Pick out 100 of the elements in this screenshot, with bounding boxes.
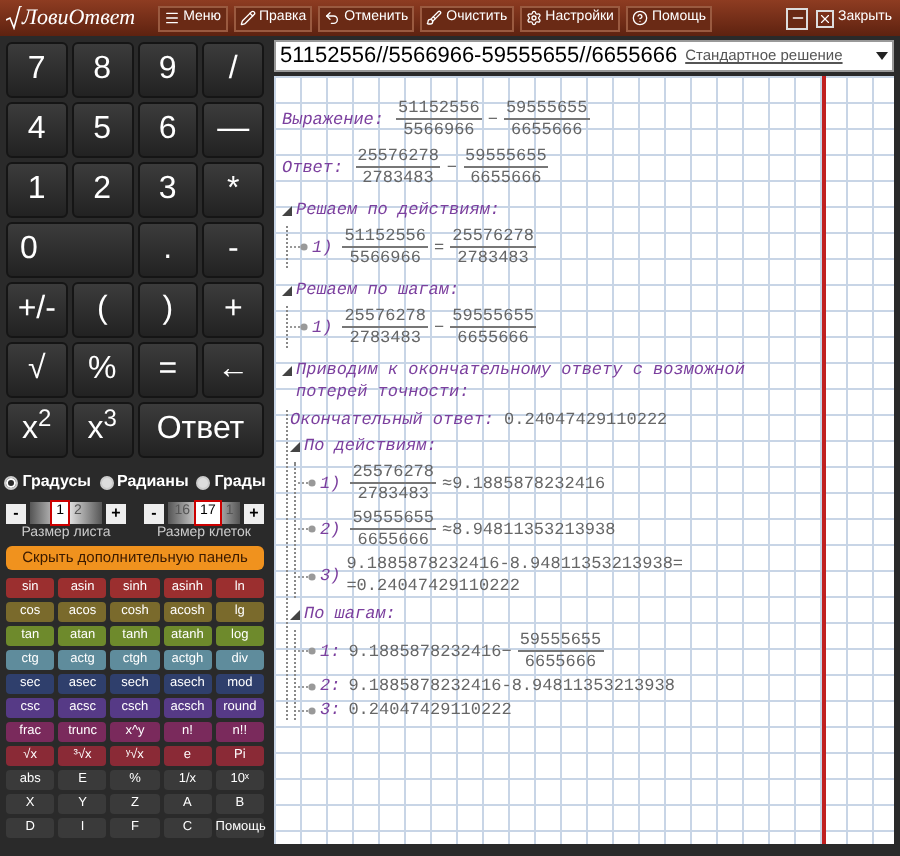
math-text: − <box>434 317 445 337</box>
step-label: 3: <box>320 700 341 720</box>
radio-label: Грады <box>214 470 266 494</box>
denominator: 6655666 <box>522 652 599 672</box>
keypad-key[interactable]: 5 <box>71 102 133 158</box>
keypad-key[interactable]: √ <box>6 342 68 398</box>
math-text: =0.24047429110222 <box>346 576 522 598</box>
arrow-icon <box>298 705 316 715</box>
keypad-key[interactable]: 0 <box>6 222 133 278</box>
keypad-key[interactable]: x$^{2}$ <box>6 402 68 458</box>
keypad-key[interactable]: 9 <box>137 42 199 98</box>
minimize-button[interactable] <box>786 7 809 29</box>
math-text: − <box>487 109 498 129</box>
logo-mark-icon <box>6 6 22 30</box>
denominator: 2783483 <box>355 484 431 504</box>
row-label: Выражение: <box>282 109 385 129</box>
step-label: 1) <box>312 317 333 337</box>
keypad-key[interactable]: = <box>137 342 199 398</box>
section-title: Решаем по действиям: <box>296 200 501 222</box>
math-text: ≈8.94811353213938 <box>442 519 616 539</box>
step-label: 1: <box>320 641 341 661</box>
numerator: 59555655 <box>350 508 437 530</box>
denominator: 5566966 <box>401 120 477 140</box>
increment-button[interactable]: + <box>106 503 126 523</box>
denominator: 5566966 <box>347 248 423 268</box>
numerator: 25576278 <box>350 462 437 484</box>
keypad-key[interactable]: . <box>137 222 199 278</box>
keypad-key[interactable]: ) <box>137 282 199 338</box>
step-label: 3) <box>320 566 341 586</box>
radio-label: Радианы <box>117 470 189 494</box>
keypad-key[interactable]: ( <box>71 282 133 338</box>
denominator: 6655666 <box>468 168 544 188</box>
numerator: 59555655 <box>517 630 604 652</box>
denominator: 6655666 <box>355 530 431 550</box>
undo-icon <box>324 10 341 26</box>
keypad-key[interactable]: / <box>202 42 264 98</box>
math-text: ≈9.1885878232416 <box>442 473 606 493</box>
brush-icon <box>426 10 443 26</box>
caret-icon[interactable] <box>876 52 888 60</box>
keypad-key[interactable]: 1 <box>6 162 68 218</box>
math-text: 9.1885878232416− <box>348 641 512 661</box>
keypad-key[interactable]: + <box>202 282 264 338</box>
section-title: По действиям: <box>304 436 437 458</box>
step-label: 2) <box>320 519 341 539</box>
radio-button[interactable] <box>4 475 19 489</box>
keypad-key[interactable]: - <box>202 222 264 278</box>
step-label: 2: <box>320 676 341 696</box>
math-text: = <box>434 237 445 257</box>
collapse-icon[interactable] <box>290 610 300 620</box>
section-title: Решаем по шагам: <box>296 280 460 302</box>
keypad-key[interactable]: 7 <box>6 42 68 98</box>
denominator: 6655666 <box>455 328 531 348</box>
decrement-button[interactable]: - <box>6 503 26 523</box>
math-text: 0.24047429110222 <box>348 700 512 720</box>
denominator: 2783483 <box>360 168 436 188</box>
keypad-key[interactable]: % <box>71 342 133 398</box>
denominator: 2783483 <box>455 248 531 268</box>
step-label: 1) <box>312 237 333 257</box>
collapse-icon[interactable] <box>282 286 292 296</box>
settings-icon <box>525 10 542 26</box>
step-label: 1) <box>320 473 341 493</box>
math-text: − <box>446 157 458 177</box>
keypad-key[interactable]: 8 <box>71 42 133 98</box>
math-text: 0.24047429110222 <box>504 410 668 430</box>
radio-button[interactable] <box>196 475 211 489</box>
numerator: 51152556 <box>396 98 482 120</box>
decrement-button[interactable]: - <box>144 503 164 523</box>
app-title: ЛовиОтвет <box>22 7 136 29</box>
keypad-key[interactable]: 6 <box>137 102 199 158</box>
help-icon <box>631 10 648 26</box>
keypad-key[interactable]: — <box>202 102 264 158</box>
section-title: По шагам: <box>304 604 396 626</box>
menu-icon <box>163 10 180 26</box>
keypad-key[interactable]: Ответ <box>137 402 264 458</box>
arrow-icon <box>298 681 316 691</box>
keypad-key[interactable]: * <box>202 162 264 218</box>
keypad-key[interactable]: 3 <box>137 162 199 218</box>
section-title: Приводим к окончательному ответу с возможной потерей точности: <box>296 360 747 404</box>
collapse-icon[interactable] <box>282 366 292 376</box>
radio-label: Градусы <box>22 470 91 494</box>
collapse-icon[interactable] <box>290 442 300 452</box>
numerator: 25576278 <box>342 306 429 328</box>
keypad-key[interactable]: 4 <box>6 102 68 158</box>
keypad-key[interactable]: +/- <box>6 282 68 338</box>
radio-button[interactable] <box>99 475 113 489</box>
row-label: Окончательный ответ: <box>290 410 495 430</box>
arrow-icon <box>298 571 316 581</box>
arrow-icon <box>298 646 316 656</box>
math-text: 9.1885878232416-8.94811353213938= <box>346 554 684 576</box>
increment-button[interactable]: + <box>244 503 264 523</box>
numerator: 25576278 <box>450 226 536 248</box>
keypad-key[interactable]: 2 <box>71 162 133 218</box>
collapse-icon[interactable] <box>282 206 292 216</box>
keypad-key[interactable]: x$^{3}$ <box>71 402 133 458</box>
denominator: 6655666 <box>508 120 585 140</box>
arrow-icon <box>290 322 308 332</box>
arrow-icon <box>298 524 316 534</box>
numerator: 59555655 <box>503 98 590 120</box>
numerator: 51152556 <box>342 226 429 248</box>
keypad-key[interactable]: ← <box>202 342 264 398</box>
